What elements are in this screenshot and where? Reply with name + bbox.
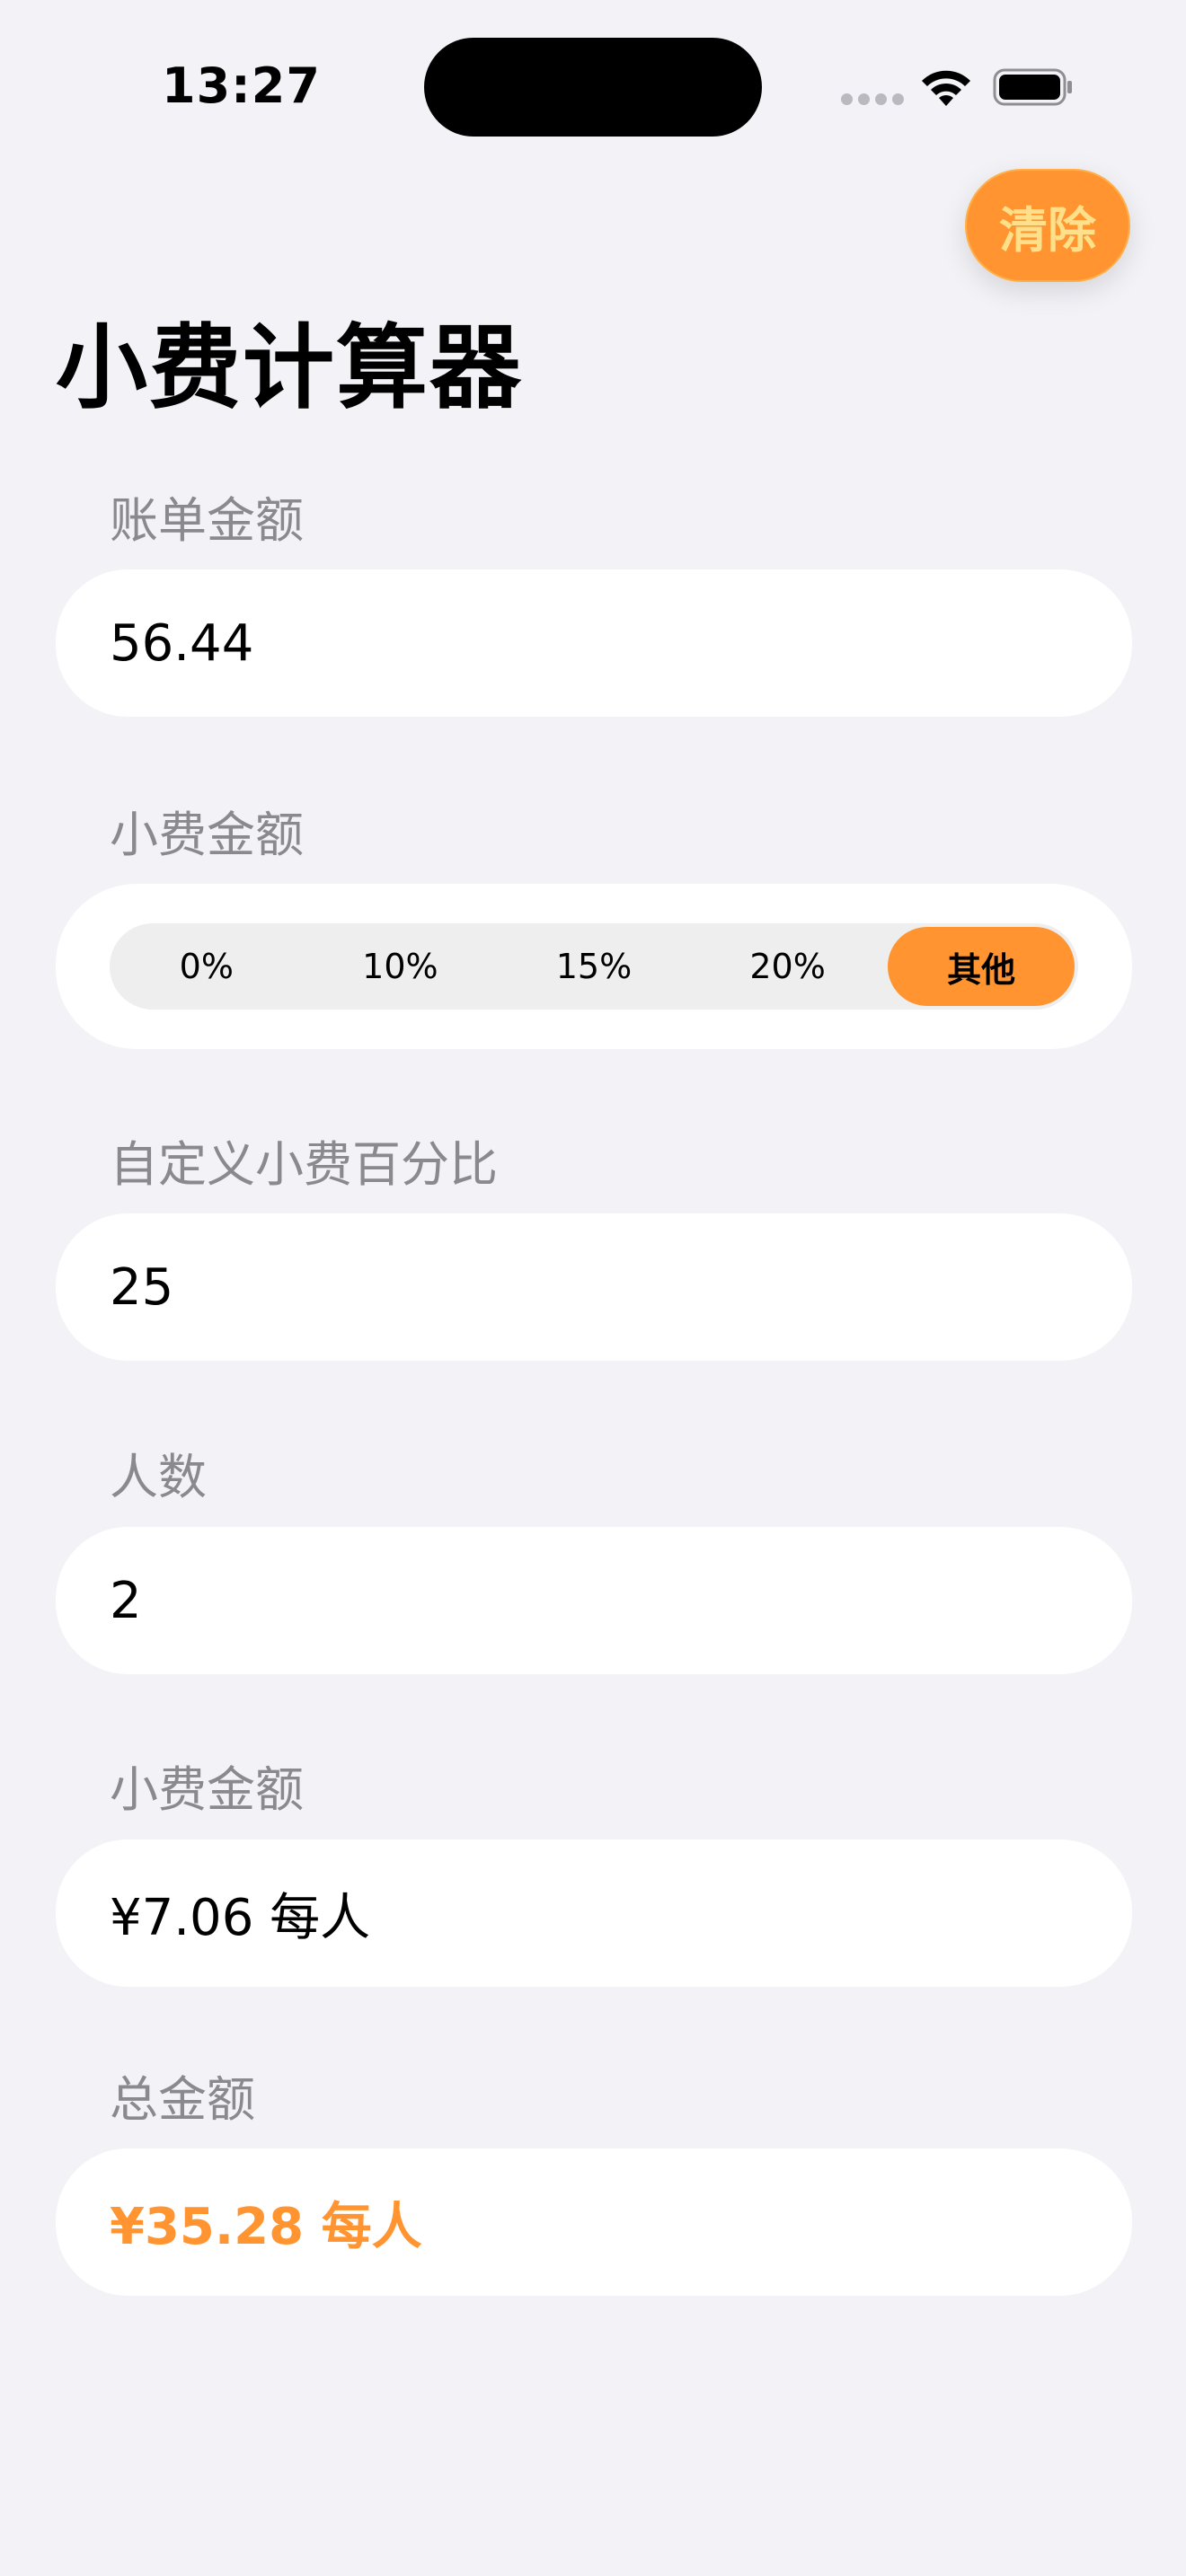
people-count-input[interactable]: 2	[56, 1527, 1132, 1674]
tip-option-10[interactable]: 10%	[307, 927, 494, 1006]
tip-label: 小费金额	[110, 807, 304, 863]
status-time: 13:27	[162, 57, 321, 114]
tip-percentage-picker: 0% 10% 15% 20% 其他	[110, 923, 1078, 1010]
bill-amount-input[interactable]: 56.44	[56, 569, 1132, 717]
tip-segment-card: 0% 10% 15% 20% 其他	[56, 884, 1132, 1049]
battery-icon	[993, 68, 1072, 106]
clear-button[interactable]: 清除	[965, 169, 1130, 282]
tip-result-value: ¥7.06 每人	[56, 1839, 1132, 1987]
page-title: 小费计算器	[56, 315, 523, 422]
custom-tip-label: 自定义小费百分比	[110, 1136, 498, 1193]
total-result-value: ¥35.28 每人	[56, 2148, 1132, 2296]
bill-label: 账单金额	[110, 492, 304, 549]
people-label: 人数	[110, 1449, 207, 1505]
custom-tip-input[interactable]: 25	[56, 1213, 1132, 1361]
dynamic-island	[424, 38, 762, 137]
tip-option-20[interactable]: 20%	[695, 927, 881, 1006]
cellular-signal-icon	[841, 93, 904, 105]
tip-result-label: 小费金额	[110, 1761, 304, 1818]
tip-option-0[interactable]: 0%	[113, 927, 300, 1006]
total-result-label: 总金额	[110, 2071, 255, 2128]
wifi-icon	[922, 70, 970, 106]
tip-option-15[interactable]: 15%	[500, 927, 687, 1006]
tip-option-other[interactable]: 其他	[888, 927, 1075, 1006]
